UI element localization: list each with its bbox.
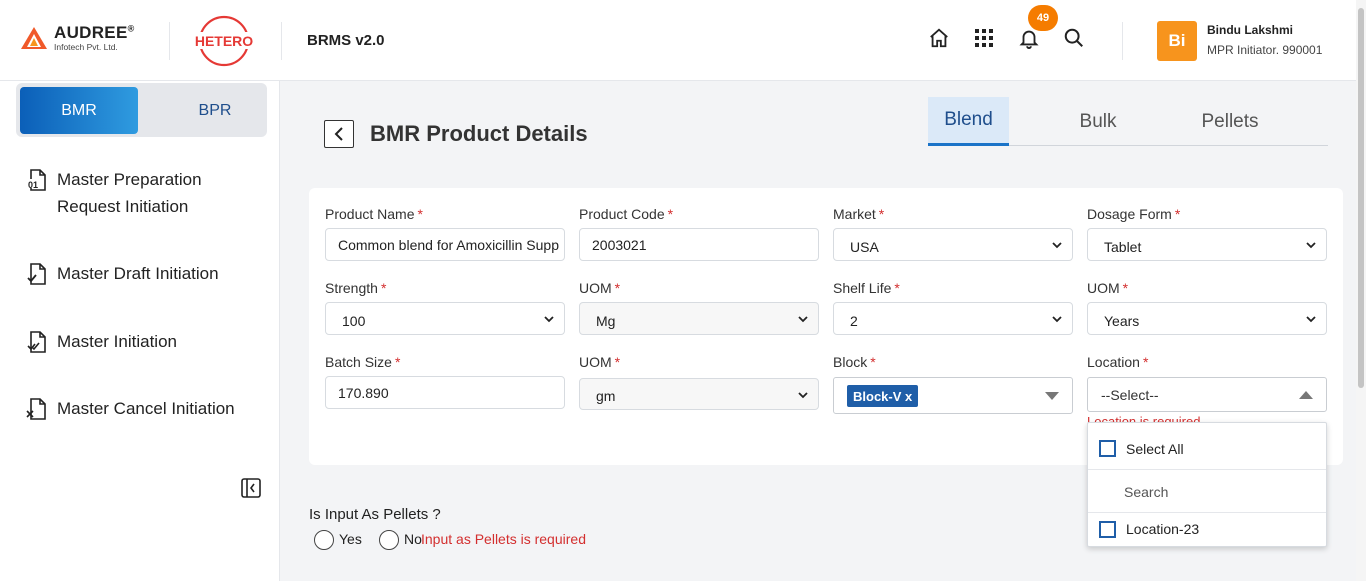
batch-uom-select[interactable]: gm bbox=[579, 378, 819, 410]
pellets-no-label: No bbox=[404, 531, 422, 547]
brand-reg: ® bbox=[127, 23, 135, 34]
svg-text:HETERO: HETERO bbox=[195, 33, 253, 49]
chevron-down-icon bbox=[1306, 242, 1316, 249]
file-check-icon bbox=[26, 260, 50, 287]
checkbox[interactable] bbox=[1099, 440, 1116, 457]
chevron-down-icon bbox=[798, 392, 808, 399]
notification-badge[interactable]: 49 bbox=[1028, 5, 1058, 31]
sidebar-item-master-initiation[interactable]: Master Initiation bbox=[26, 328, 177, 355]
dropdown-arrow-icon[interactable] bbox=[1045, 392, 1059, 400]
bmr-toggle-button[interactable]: BMR bbox=[20, 87, 138, 134]
file-double-check-icon bbox=[26, 328, 50, 355]
sidebar-item-master-draft[interactable]: Master Draft Initiation bbox=[26, 260, 219, 287]
pellets-yes-radio[interactable] bbox=[314, 530, 334, 550]
tab-blend[interactable]: Blend bbox=[928, 97, 1009, 146]
search-icon[interactable] bbox=[1062, 26, 1086, 50]
shelf-uom-select[interactable]: Years bbox=[1087, 302, 1327, 335]
svg-text:01: 01 bbox=[28, 180, 38, 190]
home-icon[interactable] bbox=[927, 26, 951, 50]
sidebar: BMR BPR 01 Master Preparation Request In… bbox=[0, 81, 280, 581]
location-dropdown-panel: Select All Search Location-23 bbox=[1087, 422, 1327, 547]
market-select[interactable]: USA bbox=[833, 228, 1073, 261]
audree-logo-mark bbox=[20, 26, 48, 50]
market-label: Market * bbox=[833, 206, 885, 222]
header-divider bbox=[281, 22, 282, 60]
strength-label: Strength * bbox=[325, 280, 387, 296]
tab-pellets[interactable]: Pellets bbox=[1190, 97, 1270, 146]
user-role: MPR Initiator. 990001 bbox=[1207, 43, 1323, 57]
app-title: BRMS v2.0 bbox=[307, 32, 385, 49]
chevron-left-icon bbox=[334, 127, 343, 141]
product-code-input[interactable]: 2003021 bbox=[579, 228, 819, 261]
bpr-toggle-button[interactable]: BPR bbox=[156, 87, 274, 134]
location-option[interactable]: Location-23 bbox=[1088, 513, 1326, 545]
product-name-input[interactable]: Common blend for Amoxicillin Supp bbox=[325, 228, 565, 261]
strength-uom-select[interactable]: Mg bbox=[579, 302, 819, 335]
shelf-life-select[interactable]: 2 bbox=[833, 302, 1073, 335]
header-divider bbox=[1122, 22, 1123, 60]
file-x-icon bbox=[26, 395, 50, 422]
app-header: AUDREE® Infotech Pvt. Ltd. HETERO BRMS v… bbox=[0, 0, 1366, 81]
tab-bulk[interactable]: Bulk bbox=[1058, 97, 1138, 146]
shelf-uom-label: UOM * bbox=[1087, 280, 1129, 296]
location-label: Location * bbox=[1087, 354, 1149, 370]
batch-uom-label: UOM * bbox=[579, 354, 621, 370]
sidebar-item-master-cancel[interactable]: Master Cancel Initiation bbox=[26, 395, 235, 422]
apps-grid-icon[interactable] bbox=[972, 26, 996, 50]
chevron-down-icon bbox=[1052, 242, 1062, 249]
sidebar-item-label: Master Initiation bbox=[57, 332, 177, 351]
brand-name: AUDREE bbox=[54, 23, 128, 42]
shelf-life-label: Shelf Life * bbox=[833, 280, 900, 296]
sidebar-item-label: Request Initiation bbox=[57, 197, 189, 216]
back-button[interactable] bbox=[324, 120, 354, 148]
block-label: Block * bbox=[833, 354, 876, 370]
bmr-bpr-toggle: BMR BPR bbox=[16, 83, 267, 137]
strength-select[interactable]: 100 bbox=[325, 302, 565, 335]
batch-size-label: Batch Size * bbox=[325, 354, 401, 370]
checkbox[interactable] bbox=[1099, 520, 1116, 538]
chevron-down-icon bbox=[1306, 316, 1316, 323]
location-placeholder: --Select-- bbox=[1101, 387, 1159, 403]
block-multiselect[interactable]: Block-V x bbox=[833, 377, 1073, 414]
dropdown-arrow-up-icon[interactable] bbox=[1299, 391, 1313, 399]
sidebar-item-master-preparation[interactable]: 01 Master Preparation Request Initiation bbox=[26, 166, 202, 220]
page-scrollbar[interactable] bbox=[1356, 0, 1366, 581]
sidebar-collapse-icon[interactable] bbox=[241, 478, 261, 498]
pellets-no-radio[interactable] bbox=[379, 530, 399, 550]
chevron-down-icon bbox=[1052, 316, 1062, 323]
batch-size-input[interactable]: 170.890 bbox=[325, 376, 565, 409]
page-title: BMR Product Details bbox=[370, 121, 588, 146]
pellets-yes-label: Yes bbox=[339, 531, 362, 547]
block-chip[interactable]: Block-V x bbox=[847, 385, 919, 407]
user-avatar[interactable]: Bi bbox=[1157, 21, 1197, 61]
dosage-form-label: Dosage Form * bbox=[1087, 206, 1181, 222]
dosage-form-select[interactable]: Tablet bbox=[1087, 228, 1327, 261]
brand-subtitle: Infotech Pvt. Ltd. bbox=[54, 42, 118, 52]
pellets-question: Is Input As Pellets ? bbox=[309, 506, 441, 523]
audree-logo: AUDREE® Infotech Pvt. Ltd. bbox=[20, 24, 135, 52]
chevron-down-icon bbox=[544, 316, 554, 323]
location-multiselect[interactable]: --Select-- bbox=[1087, 377, 1327, 412]
select-all-option[interactable]: Select All bbox=[1088, 428, 1326, 470]
hetero-logo: HETERO bbox=[193, 15, 255, 67]
scrollbar-thumb[interactable] bbox=[1358, 8, 1364, 388]
strength-uom-label: UOM * bbox=[579, 280, 621, 296]
user-name[interactable]: Bindu Lakshmi bbox=[1207, 23, 1293, 37]
sidebar-item-label: Master Preparation bbox=[57, 170, 202, 189]
chevron-down-icon bbox=[798, 316, 808, 323]
location-search-input[interactable]: Search bbox=[1088, 471, 1326, 513]
block-chip-label: Block-V bbox=[853, 388, 902, 404]
product-code-label: Product Code * bbox=[579, 206, 674, 222]
header-divider bbox=[169, 22, 170, 60]
file-01-icon: 01 bbox=[26, 166, 50, 193]
sidebar-item-label: Master Cancel Initiation bbox=[57, 399, 235, 418]
sidebar-item-label: Master Draft Initiation bbox=[57, 264, 219, 283]
chip-remove-icon[interactable]: x bbox=[905, 389, 912, 404]
pellets-error: Input as Pellets is required bbox=[421, 531, 586, 547]
product-name-label: Product Name * bbox=[325, 206, 423, 222]
